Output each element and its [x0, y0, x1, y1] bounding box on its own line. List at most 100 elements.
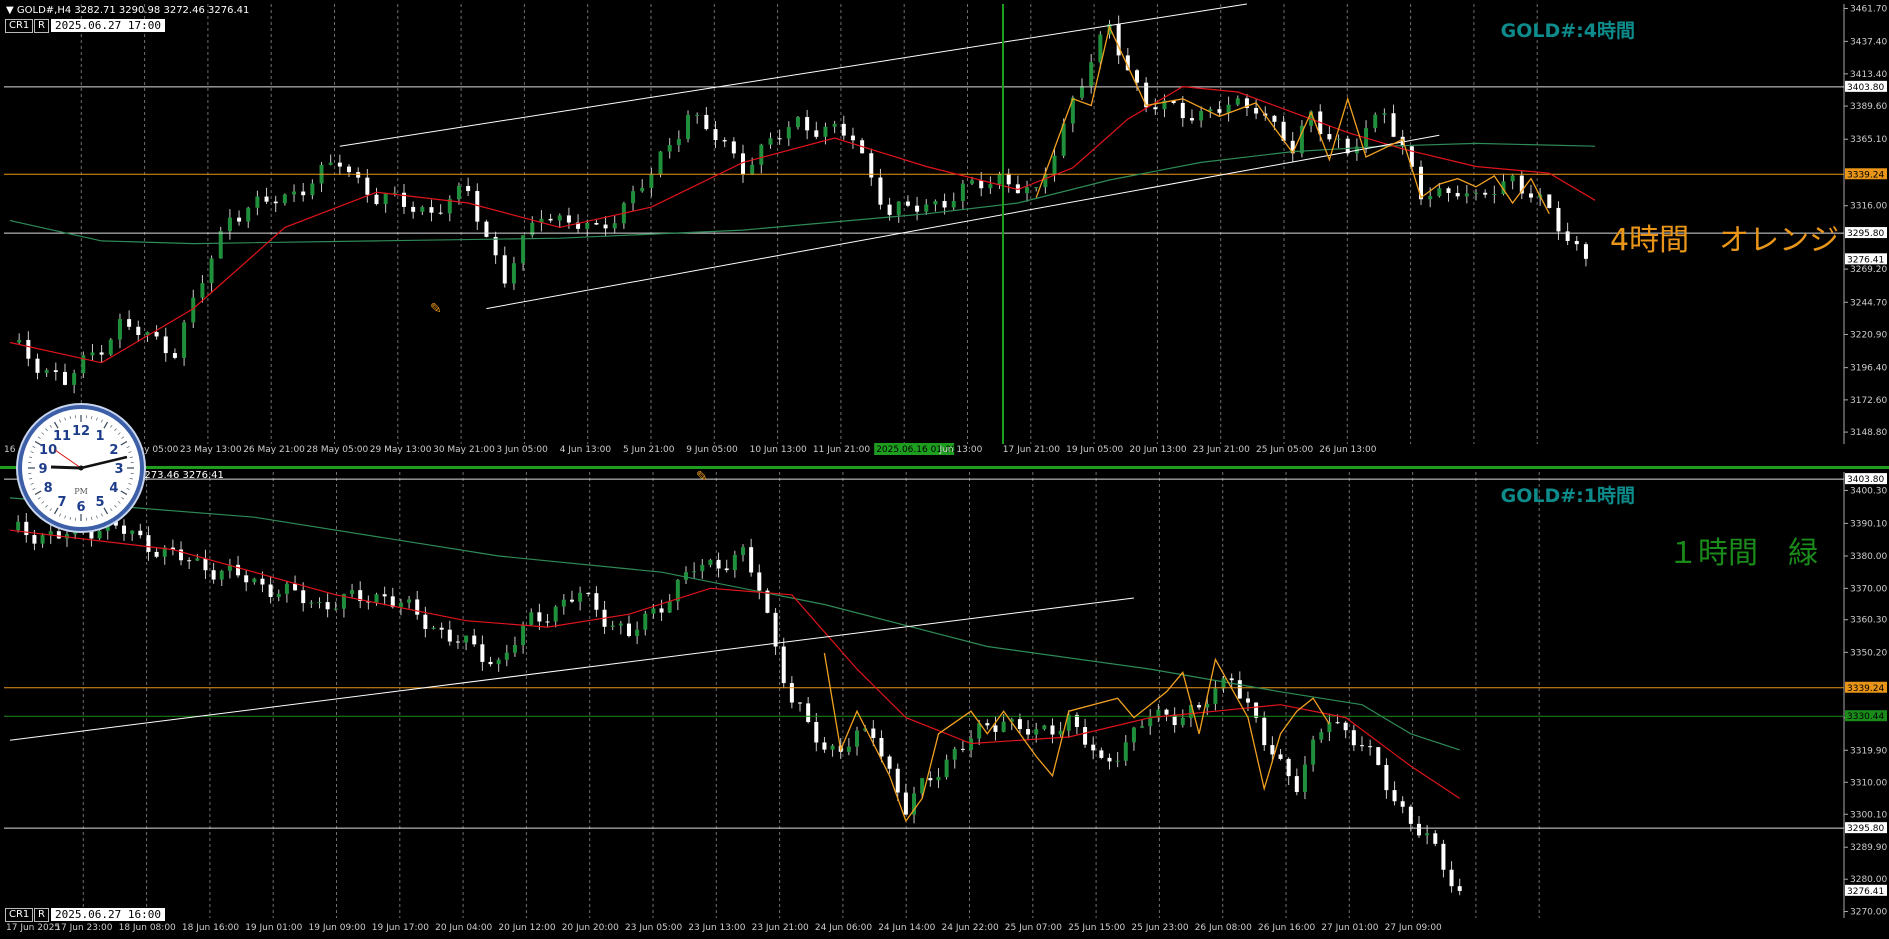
candle-body — [717, 560, 721, 569]
candle-body — [1447, 188, 1451, 193]
candle-body — [309, 603, 313, 604]
candle-body — [347, 167, 351, 173]
candle-body — [365, 178, 369, 195]
candle-body — [35, 359, 39, 373]
price-level-label: 3295.80 — [1847, 229, 1884, 239]
price-tick-label: 3269.20 — [1850, 265, 1887, 275]
candle-body — [897, 202, 901, 215]
time-tick-label: 20 Jun 13:00 — [1129, 445, 1186, 455]
candle-body — [1382, 113, 1386, 114]
top-chart-title: GOLD#:4時間 — [1501, 16, 1635, 43]
candle-body — [489, 662, 493, 664]
candle-body — [627, 624, 631, 636]
candle-body — [1153, 107, 1157, 109]
candle-body — [635, 630, 639, 636]
time-tick-label: 4 Jun 13:00 — [560, 445, 612, 455]
candle-body — [677, 139, 681, 145]
cr1-tag-bottom[interactable]: CR1 — [5, 908, 33, 922]
time-tick-label: 23 May 13:00 — [180, 445, 242, 455]
clock-tick — [42, 501, 44, 503]
time-tick-label: 10 Jun 13:00 — [750, 445, 807, 455]
candle-body — [472, 636, 476, 645]
clock-tick — [129, 452, 132, 453]
dropdown-arrow-icon[interactable]: ▼ — [6, 5, 14, 16]
candle-body — [1089, 62, 1093, 86]
candle-body — [118, 319, 122, 339]
candle-body — [420, 207, 424, 212]
top-header-text: GOLD#,H4 3282.71 3290.98 3272.46 3276.41 — [17, 5, 249, 16]
candle-body — [537, 612, 541, 621]
candle-body — [1287, 759, 1291, 776]
candle-body — [933, 201, 937, 204]
candle-body — [993, 725, 997, 732]
clock-second-hand — [55, 450, 81, 468]
candle-body — [806, 703, 810, 722]
time-tick-label: Jun 13:00 — [939, 445, 983, 455]
candle-body — [1346, 139, 1350, 154]
candle-body — [578, 593, 582, 602]
candle-body — [708, 560, 712, 565]
candle-body — [805, 117, 809, 130]
candle-body — [851, 136, 855, 141]
price-tick-label: 3172.60 — [1850, 396, 1887, 406]
clock-tick — [121, 497, 123, 499]
candle-body — [317, 602, 321, 603]
candle-body — [732, 141, 736, 153]
clock-tick — [59, 420, 60, 423]
candle-body — [326, 602, 330, 609]
candle-body — [1279, 754, 1283, 759]
candle-body — [301, 192, 305, 196]
analog-clock-widget[interactable]: 121234567891011PM — [18, 405, 144, 531]
price-tick-label: 3461.70 — [1850, 4, 1887, 14]
cr1-tag[interactable]: CR1 — [5, 19, 33, 33]
candle-body — [1368, 746, 1372, 747]
chart-canvas[interactable]: 3461.703437.403413.403389.603365.103316.… — [0, 0, 1889, 935]
price-tick-label: 3310.00 — [1850, 778, 1887, 788]
clock-tick — [65, 418, 66, 421]
price-tick-label: 3319.90 — [1850, 746, 1887, 756]
clock-number: 1 — [95, 429, 104, 444]
candle-body — [759, 145, 763, 165]
candle-body — [952, 201, 956, 207]
pane-h4: 3461.703437.403413.403389.603365.103316.… — [4, 4, 1887, 455]
candle-body — [778, 138, 782, 139]
candle-body — [220, 571, 224, 580]
r-tag-bottom[interactable]: R — [34, 908, 49, 922]
clock-tick — [121, 437, 123, 439]
candle-body — [1034, 187, 1038, 188]
candle-body — [57, 531, 61, 538]
time-tick-label: 26 Jun 08:00 — [1195, 923, 1252, 933]
clock-tick — [104, 422, 108, 428]
candle-body — [782, 647, 786, 684]
price-tick-label: 3380.00 — [1850, 552, 1887, 562]
time-tick-label: 28 May 05:00 — [307, 445, 369, 455]
clock-tick — [127, 488, 130, 489]
candle-body — [1575, 241, 1579, 244]
candle-body — [796, 117, 800, 127]
r-tag[interactable]: R — [34, 19, 49, 33]
candle-body — [26, 340, 30, 359]
candle-body — [684, 572, 688, 580]
candle-body — [484, 222, 488, 237]
candle-body — [1474, 193, 1478, 194]
candle-body — [512, 263, 516, 283]
clock-tick — [31, 483, 34, 484]
clock-tick — [33, 446, 36, 447]
clock-tick — [46, 505, 48, 507]
candle-body — [1376, 747, 1380, 765]
clock-tick — [118, 433, 120, 435]
price-tick-label: 3370.00 — [1850, 584, 1887, 594]
candle-body — [1409, 807, 1413, 824]
candle-body — [1213, 689, 1217, 704]
time-tick-label: 23 Jun 21:00 — [1193, 445, 1250, 455]
clock-hour-hand — [51, 467, 81, 468]
candle-body — [936, 777, 940, 780]
candle-body — [640, 188, 644, 191]
time-tick-label: 23 Jun 21:00 — [752, 923, 809, 933]
candle-body — [833, 124, 837, 127]
clock-tick — [127, 446, 130, 447]
clock-number: 6 — [76, 500, 85, 515]
time-tick-label: 18 Jun 08:00 — [119, 923, 176, 933]
candle-body — [246, 208, 250, 222]
candle-body — [1053, 156, 1057, 174]
